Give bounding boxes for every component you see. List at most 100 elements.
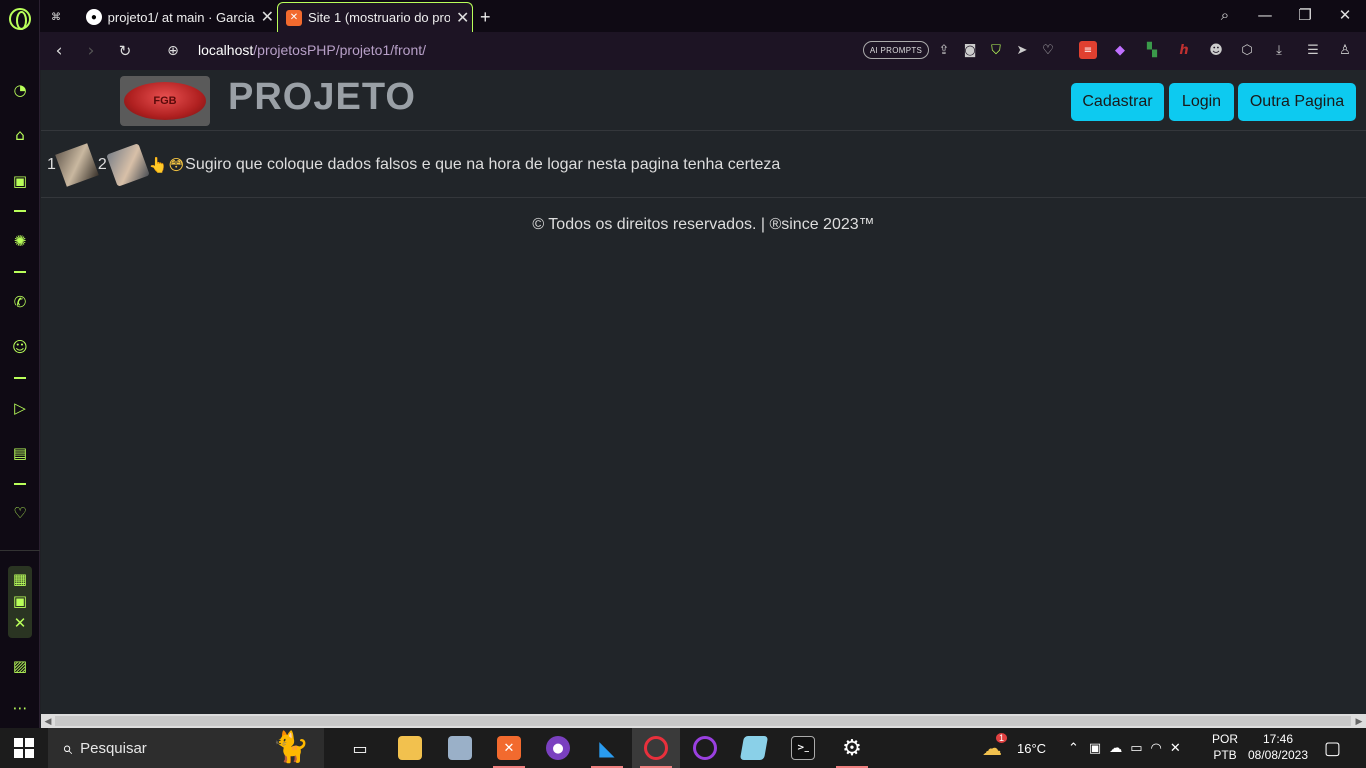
shield-icon[interactable]: ⛉	[987, 41, 1005, 59]
tab-label: Site 1 (mostruario do projeto	[308, 10, 450, 25]
scroll-right-icon[interactable]: ▶	[1352, 714, 1366, 728]
robot-extension-icon[interactable]: ☻	[1207, 41, 1225, 59]
todoist-extension-icon[interactable]: ≡	[1079, 41, 1097, 59]
settings-icon[interactable]: ⚙	[828, 728, 876, 768]
chevron-up-icon[interactable]: ⌃	[1068, 741, 1079, 756]
network-icon[interactable]: ✕	[9, 612, 31, 634]
terminal-icon[interactable]: >_	[779, 728, 827, 768]
login-button[interactable]: Login	[1169, 83, 1234, 121]
windows-start-icon[interactable]	[14, 738, 34, 758]
battery-icon[interactable]: ▭	[1130, 741, 1142, 756]
briefcase-icon[interactable]: ⌂	[9, 124, 31, 146]
comment-index-2: 2	[97, 155, 107, 173]
translate-extension-icon[interactable]: ▚	[1143, 41, 1161, 59]
search-icon[interactable]: ⌕	[1213, 4, 1237, 26]
easy-setup-icon[interactable]: ☰	[1304, 41, 1322, 59]
memory-chip-icon[interactable]: ▣	[9, 170, 31, 192]
image-viewer-icon[interactable]	[436, 728, 484, 768]
xampp-taskbar-icon[interactable]: ✕	[485, 728, 533, 768]
vscode-icon[interactable]: ◣	[583, 728, 631, 768]
reload-icon[interactable]: ↻	[114, 40, 136, 62]
clock-date: 08/08/2023	[1247, 748, 1309, 762]
url-host: localhost	[198, 42, 254, 58]
logo-text: FGB	[124, 82, 206, 120]
lang-line1: POR	[1211, 732, 1238, 746]
heart-outline-icon[interactable]: ♡	[1039, 41, 1057, 59]
meet-icon[interactable]: ▣	[1089, 741, 1101, 756]
whatsapp-icon[interactable]: ✆	[9, 291, 31, 313]
more-icon[interactable]: ⋯	[9, 697, 31, 719]
ram-icon[interactable]: ▦	[9, 568, 31, 590]
volume-muted-icon[interactable]: ✕	[1170, 741, 1181, 756]
opera-icon[interactable]	[681, 728, 729, 768]
tab-site1[interactable]: ✕ Site 1 (mostruario do projeto ✕	[277, 2, 473, 32]
scrollbar-thumb[interactable]	[55, 716, 1351, 726]
site-header: FGB PROJETO Cadastrar Login Outra Pagina	[41, 70, 1366, 131]
address-bar: ‹ › ↻ ⊕ localhost/projetosPHP/projeto1/f…	[40, 32, 1366, 70]
purple-extension-icon[interactable]: ◆	[1111, 41, 1129, 59]
cpu-icon[interactable]: ▣	[9, 590, 31, 612]
xampp-icon: ✕	[286, 9, 302, 26]
notifications-icon[interactable]: ▢	[1324, 728, 1341, 768]
language-indicator[interactable]: POR PTB	[1206, 731, 1244, 763]
avatar-image-1	[55, 142, 99, 187]
file-explorer-icon[interactable]	[386, 728, 434, 768]
cube-icon[interactable]: ⬡	[1238, 41, 1256, 59]
sidebar-divider	[0, 550, 40, 551]
github-desktop-icon[interactable]: ●	[534, 728, 582, 768]
close-icon[interactable]: ✕	[456, 8, 469, 28]
profile-icon[interactable]: ♙	[1336, 41, 1354, 59]
close-window-icon[interactable]: ✕	[1333, 4, 1357, 26]
speed-dial-icon[interactable]: ◔	[9, 79, 31, 101]
taskview-icon[interactable]: ▭	[336, 728, 384, 768]
minimize-icon[interactable]: —	[1253, 4, 1277, 26]
new-tab-button[interactable]: +	[480, 2, 500, 32]
wallet-icon[interactable]: ▤	[9, 442, 31, 464]
weather-widget[interactable]: ☁ 1 16°C	[982, 728, 1046, 768]
weather-badge: 1	[996, 733, 1008, 743]
comment-index-1: 1	[47, 155, 56, 173]
back-icon[interactable]: ‹	[48, 40, 70, 62]
tab-github[interactable]: ● projeto1/ at main · Garciaz ✕	[78, 2, 274, 32]
restore-icon[interactable]: ❐	[1293, 4, 1317, 26]
search-icon: ⌕	[62, 737, 73, 759]
opera-logo-icon[interactable]	[9, 8, 31, 30]
gallery-icon[interactable]: ▨	[9, 655, 31, 677]
wifi-icon[interactable]: ◠	[1151, 741, 1162, 756]
forward-icon[interactable]: ›	[80, 40, 102, 62]
sidebar-separator	[14, 483, 26, 485]
site-footer: © Todos os direitos reservados. | ®since…	[532, 216, 875, 233]
opera-gx-icon[interactable]	[632, 728, 680, 768]
url-field[interactable]: localhost/projetosPHP/projeto1/front/	[198, 42, 426, 58]
scroll-left-icon[interactable]: ◀	[41, 714, 55, 728]
ai-prompts-button[interactable]: AI PROMPTS	[863, 41, 929, 59]
chatgpt-icon[interactable]: ✺	[9, 230, 31, 252]
weather-temp: 16°C	[1017, 740, 1047, 756]
other-page-button[interactable]: Outra Pagina	[1238, 83, 1356, 121]
site-logo[interactable]: FGB	[120, 76, 210, 126]
clock[interactable]: 17:46 08/08/2023	[1244, 731, 1312, 763]
player-icon[interactable]: ▷	[9, 397, 31, 419]
cat-search-highlight-icon[interactable]: 🐈	[272, 730, 309, 765]
download-icon[interactable]: ⤓	[1270, 41, 1288, 59]
discord-icon[interactable]: ☺	[9, 336, 31, 358]
comment-text: Sugiro que coloque dados falsos e que na…	[185, 155, 781, 173]
search-label: Pesquisar	[80, 739, 147, 757]
h-extension-icon[interactable]: h	[1175, 41, 1193, 59]
register-button[interactable]: Cadastrar	[1071, 83, 1164, 121]
send-icon[interactable]: ➤	[1013, 41, 1031, 59]
clock-time: 17:46	[1262, 732, 1294, 746]
onedrive-icon[interactable]: ☁	[1109, 741, 1122, 756]
camera-icon[interactable]: ◙	[961, 41, 979, 59]
lang-line2: PTB	[1213, 748, 1237, 762]
url-path: /projetosPHP/projeto1/front/	[253, 42, 427, 58]
notes-app-icon[interactable]	[730, 728, 778, 768]
heart-icon[interactable]: ♡	[9, 502, 31, 524]
github-icon: ●	[86, 9, 102, 25]
share-icon[interactable]: ⇪	[935, 41, 953, 59]
close-icon[interactable]: ✕	[261, 7, 274, 27]
globe-icon[interactable]: ⊕	[162, 40, 184, 62]
tab-workspace-icon[interactable]: ⌘	[48, 2, 70, 32]
horizontal-scrollbar[interactable]: ◀ ▶	[41, 714, 1366, 728]
site-title: PROJETO	[228, 76, 416, 118]
